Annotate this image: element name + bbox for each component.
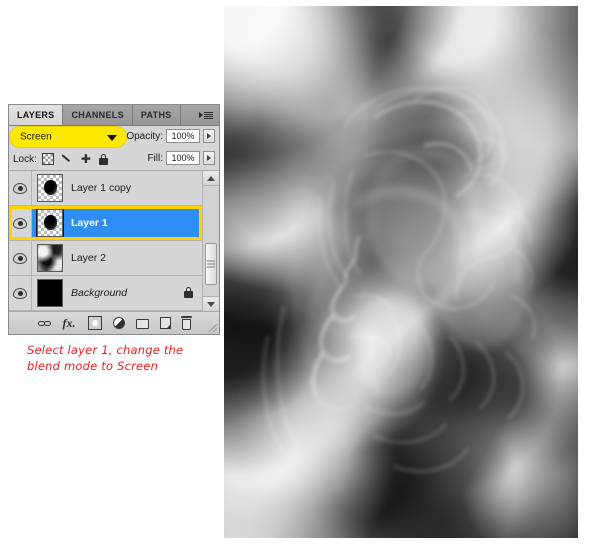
blend-mode-row: Screen Screen Opacity: 100% <box>9 126 219 148</box>
link-layers-icon[interactable] <box>37 316 52 330</box>
adjustment-layer-icon[interactable] <box>112 317 125 329</box>
table-row[interactable]: Layer 1 <box>9 206 219 241</box>
lock-icon-group: ✚ <box>41 153 108 165</box>
scroll-down-arrow-icon[interactable] <box>203 296 219 311</box>
tab-channels-label: CHANNELS <box>71 110 124 120</box>
opacity-slider-button[interactable] <box>203 129 215 143</box>
tab-paths-label: PATHS <box>140 110 172 120</box>
smoke-face-layer <box>262 86 536 472</box>
layer-thumbnail[interactable] <box>37 174 63 202</box>
tab-layers[interactable]: LAYERS <box>9 105 64 125</box>
scroll-up-arrow-icon[interactable] <box>203 171 219 186</box>
layer-name: Layer 1 copy <box>71 182 132 194</box>
layers-bottom-toolbar: fx. <box>9 312 219 334</box>
layer-name: Layer 2 <box>71 252 107 264</box>
delete-layer-trash-icon[interactable] <box>180 315 192 330</box>
fill-input[interactable]: 100% <box>166 151 200 165</box>
eye-icon <box>13 217 27 229</box>
layer-visibility-toggle[interactable] <box>9 241 32 275</box>
paintbrush-icon[interactable] <box>61 153 73 165</box>
lock-row: Lock: ✚ Fill: 100% <box>9 148 219 171</box>
layer-visibility-toggle[interactable] <box>9 206 32 240</box>
caption-line-1: Select layer 1, change the <box>27 343 184 357</box>
lock-label: Lock: <box>13 153 37 165</box>
layer-name: Background <box>71 287 128 299</box>
instruction-caption: Select layer 1, change the blend mode to… <box>27 342 217 374</box>
eye-icon <box>13 182 27 194</box>
blend-mode-highlight-annotation[interactable]: Screen <box>10 127 126 147</box>
layer-mask-icon[interactable] <box>87 316 102 330</box>
tab-paths[interactable]: PATHS <box>132 105 181 125</box>
blend-mode-value: Screen <box>20 131 52 143</box>
layer-thumbnail[interactable] <box>37 244 63 272</box>
transparency-checker-icon[interactable] <box>41 153 54 165</box>
thumbnail-content <box>43 215 57 230</box>
layer-locked-padlock-icon <box>184 287 193 298</box>
panel-menu-icon <box>199 111 213 119</box>
opacity-input[interactable]: 100% <box>166 129 200 143</box>
layer-styles-fx-icon[interactable]: fx. <box>63 316 77 330</box>
eye-icon <box>13 252 27 264</box>
layer-list: Layer 1 copy Layer 1 Layer 2 Background <box>9 171 219 312</box>
thumbnail-content <box>43 180 57 195</box>
thumbnail-content <box>38 280 62 306</box>
scrollbar-grip-icon <box>207 260 215 268</box>
fill-slider-button[interactable] <box>203 151 215 165</box>
eye-icon <box>13 287 27 299</box>
move-arrows-icon[interactable]: ✚ <box>80 153 92 165</box>
layer-visibility-toggle[interactable] <box>9 276 32 310</box>
table-row[interactable]: Background <box>9 276 219 311</box>
artwork-preview <box>224 6 578 538</box>
panel-tab-bar: LAYERS CHANNELS PATHS <box>9 105 219 126</box>
panel-resize-grip[interactable] <box>209 324 217 332</box>
table-row[interactable]: Layer 2 <box>9 241 219 276</box>
caption-line-2: blend mode to Screen <box>27 359 159 373</box>
panel-menu-button[interactable] <box>193 105 219 125</box>
thumbnail-content <box>38 245 62 271</box>
layer-list-scrollbar[interactable] <box>202 171 219 311</box>
tab-bar-filler <box>180 105 193 125</box>
fill-label: Fill: <box>147 152 163 164</box>
layer-thumbnail[interactable] <box>37 279 63 307</box>
opacity-label: Opacity: <box>126 130 163 142</box>
layer-visibility-toggle[interactable] <box>9 171 32 205</box>
fill-control: Fill: 100% <box>147 151 215 165</box>
opacity-control: Opacity: 100% <box>126 129 215 143</box>
tab-channels[interactable]: CHANNELS <box>63 105 133 125</box>
table-row[interactable]: Layer 1 copy <box>9 171 219 206</box>
blend-mode-chevron-down-icon <box>107 135 117 141</box>
new-group-folder-icon[interactable] <box>135 319 149 329</box>
layers-panel: LAYERS CHANNELS PATHS Screen Screen Opac… <box>8 104 220 335</box>
tab-layers-label: LAYERS <box>17 110 55 120</box>
layer-thumbnail[interactable] <box>36 208 64 238</box>
new-layer-icon[interactable] <box>159 317 171 329</box>
scrollbar-thumb[interactable] <box>205 243 217 285</box>
layer-name: Layer 1 <box>71 217 108 229</box>
padlock-icon[interactable] <box>98 153 108 165</box>
